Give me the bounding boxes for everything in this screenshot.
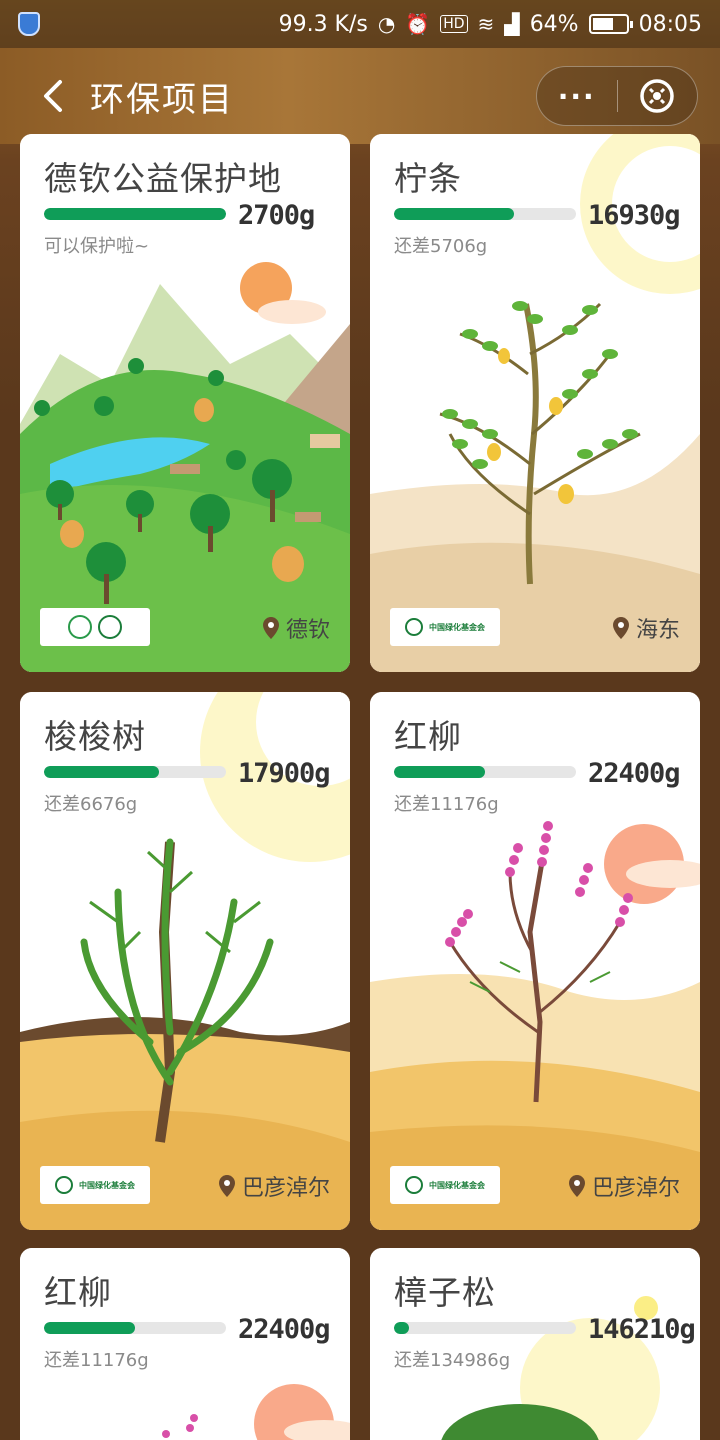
- network-speed: 99.3 K/s: [278, 11, 368, 37]
- progress-fill: [394, 766, 485, 778]
- more-icon: ···: [557, 79, 596, 113]
- org-name: 中国绿化基金会: [79, 1180, 135, 1190]
- alarm-icon: ⏰: [405, 12, 431, 36]
- progress-fill: [44, 1322, 135, 1334]
- battery-percent: 64%: [529, 11, 579, 37]
- org-emblem-icon: [55, 1176, 73, 1194]
- project-card-zhangzisong[interactable]: 樟子松 146210g 还差134986g: [370, 1248, 700, 1440]
- location: 德钦: [262, 612, 330, 644]
- location: 巴彦淖尔: [568, 1170, 680, 1202]
- location-label: 德钦: [285, 618, 330, 643]
- close-circle-icon: [640, 79, 674, 113]
- progress-bar: [44, 1322, 226, 1334]
- card-status: 还差6676g: [44, 794, 138, 815]
- signal-icon: ▟: [504, 12, 520, 36]
- partner-emblem-icon: [98, 615, 122, 639]
- clock: 08:05: [638, 11, 702, 37]
- wifi-icon: ≋: [477, 12, 495, 36]
- progress-bar: [44, 208, 226, 220]
- location-pin-icon: [262, 617, 279, 639]
- progress-bar: [394, 766, 576, 778]
- org-emblem-icon: [68, 615, 92, 639]
- progress-fill: [44, 208, 226, 220]
- card-status: 还差11176g: [44, 1350, 149, 1371]
- energy-amount: 22400g: [238, 1314, 331, 1345]
- shield-icon: [18, 12, 40, 36]
- energy-amount: 22400g: [588, 758, 681, 789]
- location-pin-icon: [568, 1175, 585, 1197]
- org-logo: 中国绿化基金会: [40, 1166, 150, 1204]
- nav-bar: 环保项目 ···: [0, 48, 720, 144]
- progress-fill: [44, 766, 159, 778]
- org-logo: [40, 608, 150, 646]
- org-name: 中国绿化基金会: [429, 622, 485, 632]
- org-logo: 中国绿化基金会: [390, 608, 500, 646]
- energy-amount: 17900g: [238, 758, 331, 789]
- card-title: 红柳: [44, 1273, 112, 1312]
- card-status: 还差11176g: [394, 794, 499, 815]
- card-status: 还差134986g: [394, 1350, 511, 1371]
- org-emblem-icon: [405, 618, 423, 636]
- progress-fill: [394, 1322, 409, 1334]
- status-bar: 99.3 K/s ◔ ⏰ HD ≋ ▟ 64% 08:05: [0, 0, 720, 48]
- project-card-hongliu[interactable]: 红柳 22400g 还差11176g 中国绿化基金会 巴彦淖尔: [370, 692, 700, 1230]
- project-card-hongliu-2[interactable]: 红柳 22400g 还差11176g: [20, 1248, 350, 1440]
- progress-fill: [394, 208, 515, 220]
- card-title: 德钦公益保护地: [44, 159, 282, 198]
- close-button[interactable]: [618, 66, 698, 126]
- more-button[interactable]: ···: [537, 66, 617, 126]
- data-saver-icon: ◔: [377, 12, 396, 36]
- project-card-ningtiao[interactable]: 柠条 16930g 还差5706g 中国绿化基金会 海东: [370, 134, 700, 672]
- battery-icon: [588, 14, 633, 34]
- location-label: 海东: [635, 618, 680, 643]
- card-title: 红柳: [394, 717, 462, 756]
- progress-bar: [394, 1322, 576, 1334]
- org-emblem-icon: [405, 1176, 423, 1194]
- org-logo: 中国绿化基金会: [390, 1166, 500, 1204]
- card-status: 还差5706g: [394, 236, 488, 257]
- back-button[interactable]: [22, 66, 82, 126]
- energy-amount: 2700g: [238, 200, 315, 231]
- progress-bar: [394, 208, 576, 220]
- location-label: 巴彦淖尔: [591, 1176, 680, 1201]
- project-card-deqin[interactable]: 德钦公益保护地 2700g 可以保护啦~ 德钦: [20, 134, 350, 672]
- project-card-suosuo[interactable]: 梭梭树 17900g 还差6676g 中国绿化基金会 巴彦淖尔: [20, 692, 350, 1230]
- location-label: 巴彦淖尔: [241, 1176, 330, 1201]
- card-status: 可以保护啦~: [44, 236, 150, 257]
- location-pin-icon: [612, 617, 629, 639]
- hd-icon: HD: [440, 15, 468, 33]
- progress-bar: [44, 766, 226, 778]
- location-pin-icon: [218, 1175, 235, 1197]
- energy-amount: 146210g: [588, 1314, 696, 1345]
- card-title: 梭梭树: [44, 717, 146, 756]
- chevron-left-icon: [44, 80, 62, 112]
- energy-amount: 16930g: [588, 200, 681, 231]
- location: 巴彦淖尔: [218, 1170, 330, 1202]
- card-title: 柠条: [394, 159, 462, 198]
- card-title: 樟子松: [394, 1273, 496, 1312]
- org-name: 中国绿化基金会: [429, 1180, 485, 1190]
- mini-program-capsule: ···: [536, 66, 698, 126]
- location: 海东: [612, 612, 680, 644]
- page-title: 环保项目: [90, 79, 234, 120]
